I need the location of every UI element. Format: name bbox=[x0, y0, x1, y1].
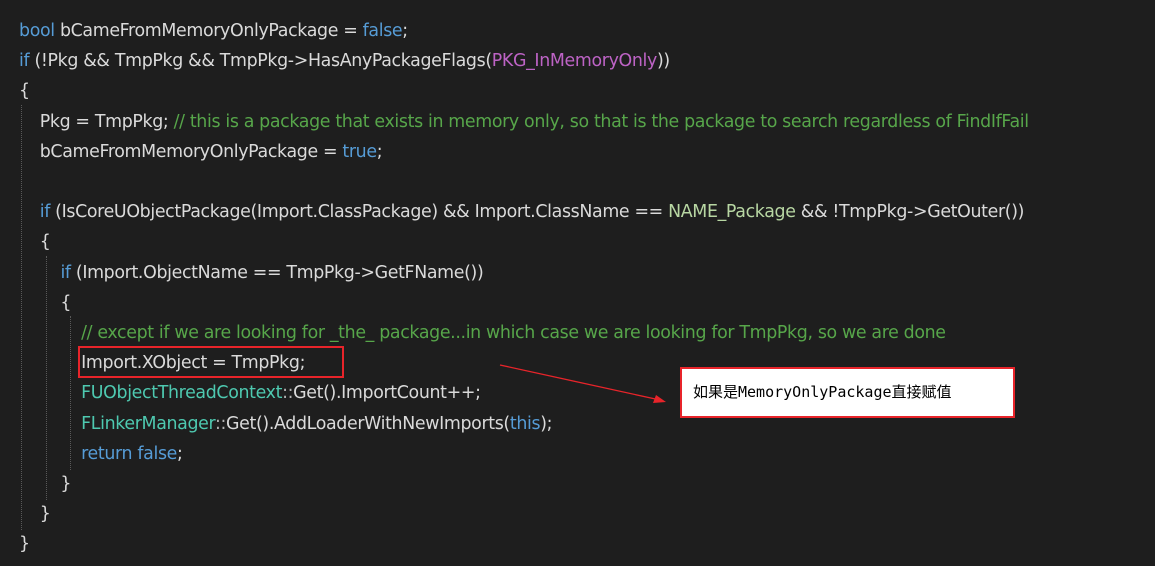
code-token: ); bbox=[540, 413, 553, 434]
code-line[interactable]: bool bCameFromMemoryOnlyPackage = false; bbox=[19, 16, 408, 46]
code-token: Pkg = TmpPkg; bbox=[19, 111, 174, 132]
code-token: ; bbox=[402, 21, 408, 41]
code-line[interactable]: } bbox=[19, 529, 30, 559]
code-token: :: bbox=[215, 413, 227, 434]
code-token: false bbox=[362, 21, 403, 41]
code-line[interactable]: if (IsCoreUObjectPackage(Import.ClassPac… bbox=[19, 197, 1025, 227]
code-token: && !TmpPkg->GetOuter()) bbox=[795, 202, 1025, 223]
code-line[interactable]: { bbox=[19, 227, 51, 257]
code-token: :: bbox=[282, 383, 294, 404]
code-token: } bbox=[19, 534, 30, 555]
code-line[interactable]: Pkg = TmpPkg; // this is a package that … bbox=[19, 107, 1029, 137]
code-token: bool bbox=[19, 21, 55, 41]
indent-guide bbox=[46, 256, 47, 500]
code-token: // except if we are looking for _the_ pa… bbox=[81, 323, 946, 343]
code-token: if bbox=[60, 262, 71, 283]
code-token: (Import.ObjectName == TmpPkg->GetFName()… bbox=[70, 262, 484, 283]
code-token: { bbox=[19, 232, 51, 253]
code-line[interactable]: } bbox=[19, 499, 51, 529]
indent-guide bbox=[70, 316, 71, 470]
code-token: PKG_InMemoryOnly bbox=[491, 51, 658, 72]
code-token: (!Pkg && TmpPkg && TmpPkg->HasAnyPackage… bbox=[29, 51, 492, 72]
code-token: Get().AddLoaderWithNewImports( bbox=[226, 413, 510, 434]
code-token: ; bbox=[376, 141, 383, 162]
code-token: if bbox=[19, 51, 30, 72]
code-line[interactable]: return false; bbox=[19, 439, 183, 469]
code-line[interactable]: FUObjectThreadContext::Get().ImportCount… bbox=[19, 378, 481, 408]
highlight-box bbox=[78, 346, 344, 378]
code-editor[interactable]: bool bCameFromMemoryOnlyPackage = false;… bbox=[0, 0, 1155, 566]
indent-guide bbox=[21, 105, 22, 530]
code-line[interactable]: // except if we are looking for _the_ pa… bbox=[19, 318, 946, 348]
code-token: )) bbox=[656, 51, 670, 72]
code-line[interactable]: if (Import.ObjectName == TmpPkg->GetFNam… bbox=[19, 258, 483, 288]
code-token: (IsCoreUObjectPackage(Import.ClassPackag… bbox=[49, 202, 669, 223]
code-line[interactable]: bCameFromMemoryOnlyPackage = true; bbox=[19, 137, 383, 167]
code-token: { bbox=[19, 81, 30, 102]
code-token: true bbox=[342, 141, 377, 162]
code-line[interactable]: if (!Pkg && TmpPkg && TmpPkg->HasAnyPack… bbox=[19, 46, 670, 76]
code-token: if bbox=[39, 202, 51, 223]
code-token: Get().ImportCount++; bbox=[293, 383, 481, 404]
code-token: return bbox=[81, 443, 133, 464]
code-token: FLinkerManager bbox=[81, 413, 216, 434]
code-token: FUObjectThreadContext bbox=[81, 383, 283, 404]
code-token: false bbox=[137, 443, 178, 464]
code-token: NAME_Package bbox=[668, 202, 796, 223]
annotation-callout: 如果是MemoryOnlyPackage直接赋值 bbox=[680, 367, 1015, 418]
code-line[interactable]: { bbox=[19, 76, 30, 106]
code-line[interactable]: FLinkerManager::Get().AddLoaderWithNewIm… bbox=[19, 409, 552, 439]
code-token: ; bbox=[177, 443, 183, 464]
code-token: bCameFromMemoryOnlyPackage = bbox=[19, 141, 343, 162]
code-token: // this is a package that exists in memo… bbox=[173, 111, 1029, 132]
code-token: bCameFromMemoryOnlyPackage = bbox=[54, 21, 363, 41]
code-token: this bbox=[509, 413, 541, 434]
code-token: } bbox=[19, 504, 51, 525]
